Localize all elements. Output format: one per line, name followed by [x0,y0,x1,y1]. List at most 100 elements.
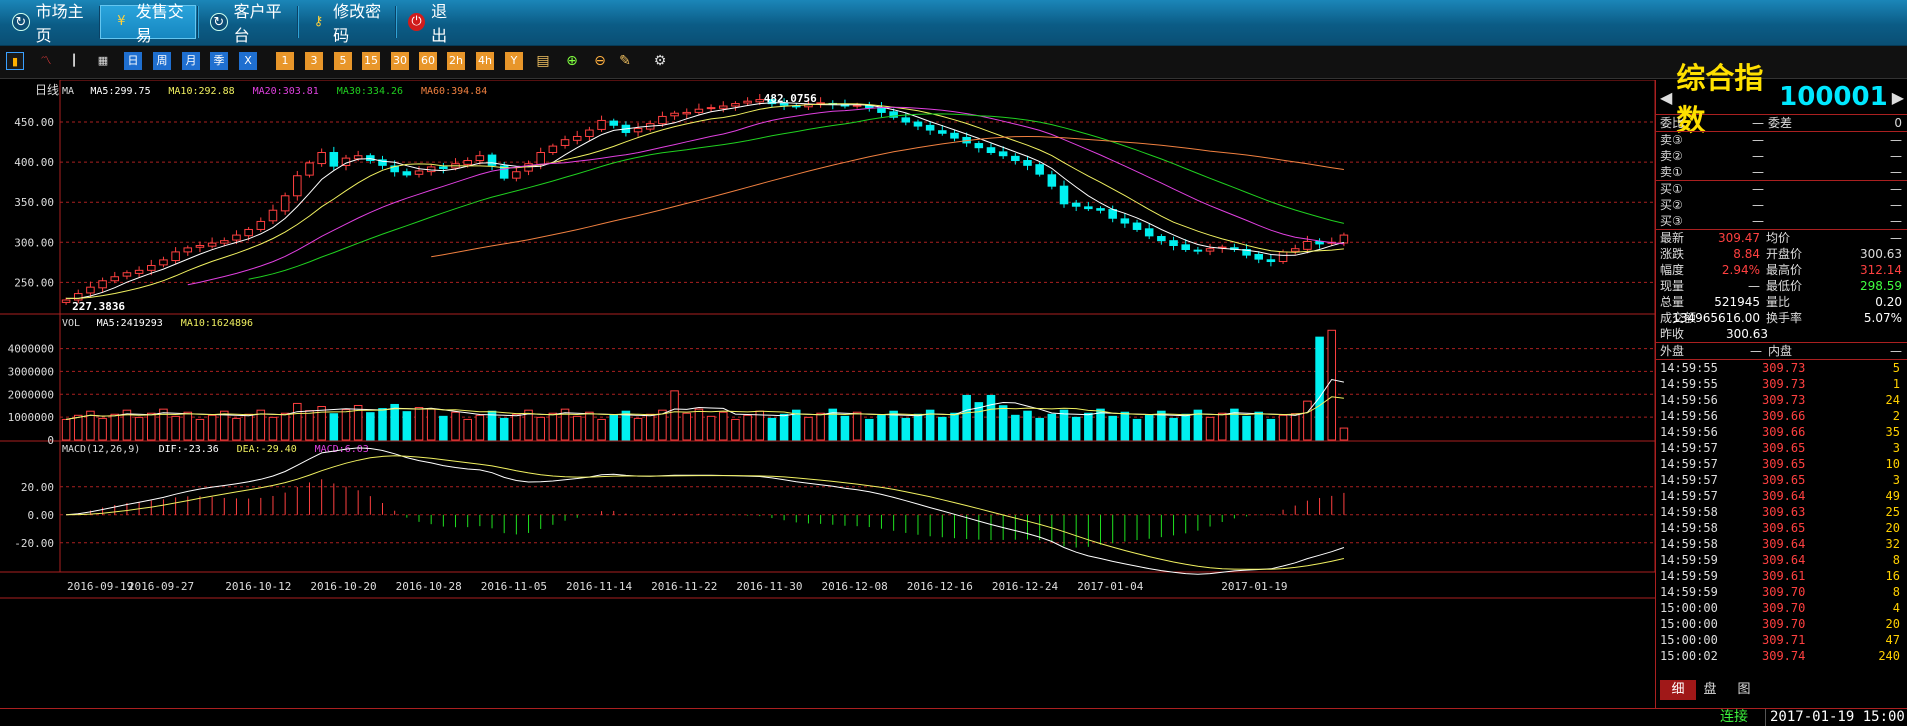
tick-volume: 240 [1878,649,1900,663]
nav-item-2[interactable]: ↻ 客户平台 [198,2,296,45]
price-tick-label: 450.00 [14,116,54,129]
panel-tab-1[interactable]: 盘 [1692,680,1728,700]
candle-body [305,162,314,176]
period-button-10[interactable]: 3 [305,52,323,70]
notes-icon[interactable]: ▤ [534,52,552,70]
tick-volume: 20 [1885,617,1900,631]
period-button-11[interactable]: 5 [334,52,352,70]
candle-body [1181,244,1190,251]
tick-row: 14:59:59 309.64 8 [1656,552,1907,568]
nav-item-1[interactable]: ¥ 发售交易 [100,2,196,45]
gear-icon[interactable]: ⚙ [651,52,669,70]
draw-icon[interactable]: ✎ [616,52,634,70]
period-button-9[interactable]: 1 [276,52,294,70]
candle-icon[interactable]: ┃ [65,52,83,70]
bar-chart-icon[interactable]: ▮ [6,52,24,70]
period-button-12[interactable]: 15 [362,52,380,70]
nav-item-4[interactable]: ⏻ 退 出 [396,2,492,45]
candle-body [877,107,886,113]
candle-body [609,120,618,126]
date-axis-label: 2017-01-19 [1221,580,1287,593]
instrument-title: ◀ 综合指数 100001 ▶ [1656,61,1907,137]
date-axis-label: 2016-12-16 [907,580,973,593]
refresh-icon: ↻ [12,13,30,31]
tick-price: 309.73 [1762,377,1806,391]
volume-tick-label: 0 [47,434,54,447]
volume-bar [706,415,716,441]
zoom-out-icon[interactable]: ⊖ [591,52,609,70]
candle-body [317,152,326,165]
macd-tick-label: 20.00 [21,481,54,494]
line-chart-icon[interactable]: 〽 [37,52,55,70]
period-button-15[interactable]: 2h [447,52,465,70]
volume-bar [572,415,582,441]
volume-bar [73,414,83,441]
tick-list[interactable]: 14:59:55 309.73 5 14:59:55 309.73 1 14:59:56 30… [1656,360,1907,664]
period-button-5[interactable]: 周 [153,52,171,70]
kline-chart-area[interactable]: 450.00 400.00 350.00 300.00 250.00 日线 MA MA5:29… [0,79,1656,708]
prev-instrument-arrow-icon[interactable]: ◀ [1660,88,1672,107]
volume-bar [366,412,375,441]
volume-bar [147,412,156,441]
quote-value: 8.84 [1733,247,1760,261]
price-tick-label: 300.00 [14,236,54,249]
period-button-13[interactable]: 30 [391,52,409,70]
tick-price: 309.65 [1762,457,1806,471]
order-price: — [1752,214,1764,228]
candle-body [1290,248,1300,252]
volume-bar [755,410,765,441]
panel-tabs: 细盘图 [1656,678,1907,700]
period-button-6[interactable]: 月 [182,52,200,70]
chart-svg[interactable]: 450.00 400.00 350.00 300.00 250.00 日线 MA MA5:29… [0,79,1656,708]
candle-body [1254,253,1263,260]
period-button-16[interactable]: 4h [476,52,494,70]
period-button-4[interactable]: 日 [124,52,142,70]
quote-value: 521945 [1714,295,1760,309]
instrument-code: 100001 [1779,82,1888,112]
nav-item-0[interactable]: ↻ 市场主页 [0,2,98,45]
panel-tab-2[interactable]: 图 [1726,680,1762,700]
prev-close-value: 300.63 [1726,327,1768,341]
tick-row: 14:59:56 309.66 2 [1656,408,1907,424]
volume-bar [183,411,193,441]
buy-order-row: 买③ — — [1656,213,1907,229]
tick-volume: 5 [1892,361,1900,375]
zoom-in-icon[interactable]: ⊕ [563,52,581,70]
candle-body [463,160,472,165]
wb-value: — [1752,116,1764,130]
nav-item-3[interactable]: ⚷ 修改密码 [298,2,394,45]
candle-body [1193,249,1203,252]
candle-body [159,259,168,266]
order-price: — [1752,133,1764,147]
order-volume: — [1890,165,1902,179]
volume-bar [512,413,521,441]
volume-bar [1084,412,1093,441]
date-axis-label: 2016-10-28 [396,580,462,593]
period-button-8[interactable]: X [239,52,257,70]
date-axis-label: 2017-01-04 [1077,580,1144,593]
volume-bar [1059,409,1069,441]
volume-bar [463,418,472,441]
volume-bar [889,410,898,441]
tick-time: 14:59:58 [1660,537,1718,551]
volume-bar [1303,400,1312,441]
next-instrument-arrow-icon[interactable]: ▶ [1892,88,1904,107]
volume-bar [329,413,339,441]
candle-body [658,115,667,125]
candle-body [475,155,485,162]
calendar-icon[interactable]: ▦ [94,52,112,70]
quote-row: 成交额 134965616.00 换手率 5.07% [1656,310,1907,326]
candle-body [938,130,947,134]
quote-stats: 最新 309.47 均价 — 涨跌 8.84 开盘价 300.63 幅度 2.94% 最高价 312.… [1656,230,1907,326]
order-volume: — [1890,149,1902,163]
panel-tab-0[interactable]: 细 [1660,680,1696,700]
period-button-7[interactable]: 季 [210,52,228,70]
tick-row: 15:00:00 309.70 4 [1656,600,1907,616]
tick-price: 309.64 [1762,489,1806,503]
period-button-14[interactable]: 60 [419,52,437,70]
candle-body [1303,240,1312,250]
ma-legend-item: MA5:299.75 [90,86,150,97]
period-button-17[interactable]: Y [505,52,523,70]
tick-time: 14:59:59 [1660,585,1718,599]
quote-value: 298.59 [1860,279,1902,293]
